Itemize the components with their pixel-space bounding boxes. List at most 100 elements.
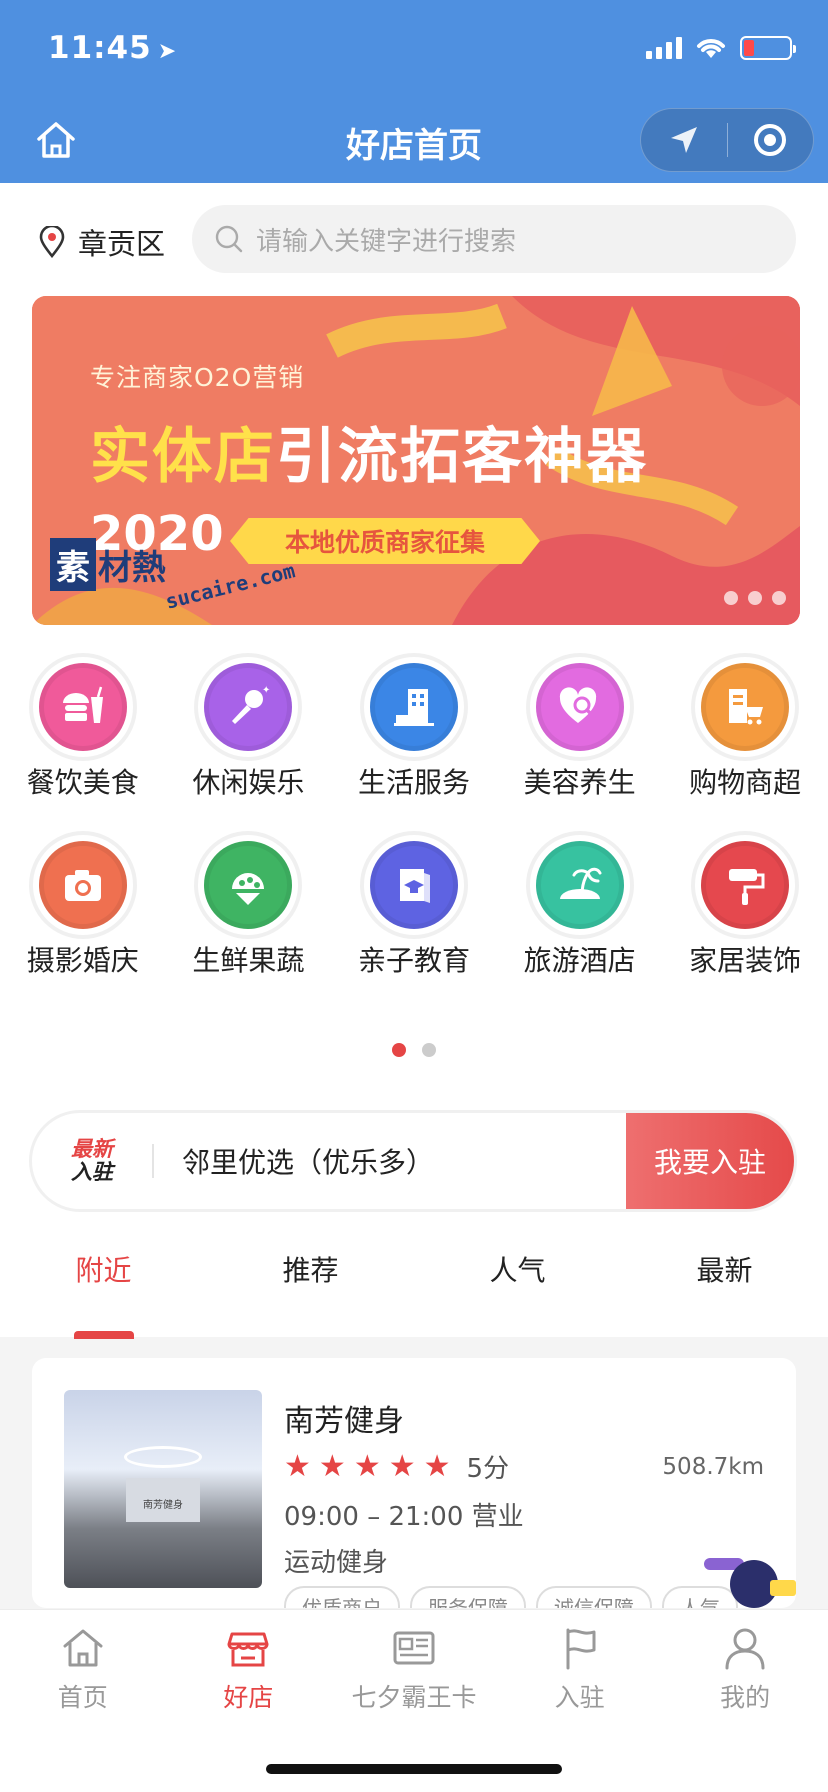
tab-popular[interactable]: 人气 (414, 1249, 621, 1289)
store-card[interactable]: 南芳健身 南芳健身 ★ ★ ★ ★ ★ 5分 508.7km 09:00 – 2… (32, 1358, 796, 1608)
microphone-icon: ✦ (204, 663, 293, 751)
tab-recommended[interactable]: 推荐 (207, 1249, 414, 1289)
app-header: 11:45 ➤ 好店首页 (0, 0, 828, 183)
location-arrow-icon: ➤ (157, 39, 178, 64)
category-label: 美容养生 (523, 766, 636, 799)
store-tag: 诚信保障 (536, 1586, 652, 1608)
home-icon (63, 1629, 103, 1667)
signal-icon (646, 37, 682, 59)
banner-dot[interactable] (724, 591, 738, 605)
tabbar-label: 好店 (223, 1683, 274, 1712)
store-score: 5分 (466, 1454, 510, 1484)
location-selector[interactable]: 章贡区 (38, 221, 165, 263)
search-icon (215, 225, 243, 253)
main-content: 章贡区 请输入关键字进行搜索 专注商家O2O营销 实体店引流拓客神器 2020 … (0, 183, 828, 1339)
active-tab-indicator (74, 1331, 134, 1339)
category-label: 亲子教育 (357, 944, 470, 977)
food-icon (38, 663, 127, 751)
search-placeholder: 请输入关键字进行搜索 (256, 226, 517, 257)
tabbar-item-profile[interactable]: 我的 (662, 1610, 828, 1792)
card-icon (393, 1631, 435, 1665)
building-icon (369, 663, 458, 751)
status-indicators (646, 36, 796, 60)
category-label: 家居装饰 (689, 944, 802, 977)
banner-title: 实体店引流拓客神器 (90, 422, 648, 492)
watermark-logo-text: 材熱 (98, 548, 166, 588)
battery-icon (740, 36, 796, 60)
category-label: 生活服务 (357, 766, 470, 799)
category-grid: 餐饮美食 ✦ 休闲娱乐 生活服务 美容养生 购物商超 摄影婚庆 生鲜果蔬 亲子教… (0, 663, 828, 979)
category-label: 购物商超 (689, 766, 802, 799)
wifi-icon (697, 39, 725, 58)
location-button[interactable] (641, 108, 727, 172)
category-item[interactable]: ✦ 休闲娱乐 (166, 663, 332, 801)
category-label: 摄影婚庆 (26, 944, 139, 977)
category-item[interactable]: 美容养生 (497, 663, 663, 801)
close-program-button[interactable] (728, 108, 814, 172)
latest-badge: 最新 入驻 (71, 1137, 113, 1184)
banner-dot[interactable] (772, 591, 786, 605)
category-item[interactable]: 生活服务 (331, 663, 497, 801)
tab-nearby[interactable]: 附近 (0, 1249, 207, 1289)
mini-program-capsule (640, 108, 814, 172)
banner-subtitle: 专注商家O2O营销 (90, 363, 305, 392)
tabbar-item-home[interactable]: 首页 (0, 1610, 166, 1792)
store-category: 运动健身 (284, 1548, 389, 1578)
latest-join-bar: 最新 入驻 邻里优选（优乐多） 我要入驻 (32, 1113, 794, 1209)
star-icon: ★ (284, 1448, 311, 1484)
banner-pagination (724, 591, 786, 605)
svg-text:✦: ✦ (262, 685, 270, 696)
map-pin-icon (39, 226, 65, 258)
tabbar-label: 七夕霸王卡 (351, 1683, 477, 1712)
home-indicator (266, 1764, 562, 1774)
search-input[interactable]: 请输入关键字进行搜索 (192, 205, 796, 273)
category-label: 旅游酒店 (523, 944, 636, 977)
category-item[interactable]: 餐饮美食 (0, 663, 166, 801)
fruit-icon (204, 841, 293, 929)
category-item[interactable]: 摄影婚庆 (0, 841, 166, 979)
store-hours: 09:00 – 21:00 营业 (284, 1502, 524, 1532)
district-label: 章贡区 (78, 227, 166, 261)
star-icon: ★ (423, 1448, 451, 1484)
navigation-arrow-icon (670, 127, 697, 153)
star-icon: ★ (353, 1448, 381, 1484)
graduation-book-icon (369, 841, 458, 929)
heart-search-icon (535, 663, 624, 751)
store-rating: ★ ★ ★ ★ ★ 5分 (284, 1448, 509, 1485)
store-tags: 优质商户 服务保障 诚信保障 人气 (284, 1586, 738, 1608)
join-button[interactable]: 我要入驻 (626, 1113, 794, 1209)
tabbar-label: 我的 (720, 1683, 771, 1712)
banner-ribbon: 本地优质商家征集 (230, 518, 540, 564)
category-item[interactable]: 亲子教育 (331, 841, 497, 979)
status-time: 11:45 ➤ (48, 30, 178, 66)
palm-island-icon (535, 841, 624, 929)
banner-dot[interactable] (748, 591, 762, 605)
store-tag: 服务保障 (410, 1586, 526, 1608)
category-label: 生鲜果蔬 (192, 944, 305, 977)
camera-icon (38, 841, 127, 929)
category-label: 餐饮美食 (26, 766, 139, 799)
category-page-dot[interactable] (422, 1043, 436, 1057)
category-page-dot[interactable] (392, 1043, 406, 1057)
watermark-logo: 素 (50, 538, 96, 591)
store-tag: 优质商户 (284, 1586, 400, 1608)
category-pagination (0, 1043, 828, 1057)
tabbar-label: 入驻 (554, 1683, 605, 1712)
category-label: 休闲娱乐 (192, 766, 305, 799)
star-icon: ★ (388, 1448, 416, 1484)
user-icon (725, 1628, 765, 1670)
tab-latest[interactable]: 最新 (621, 1249, 828, 1289)
category-item[interactable]: 生鲜果蔬 (166, 841, 332, 979)
category-item[interactable]: 旅游酒店 (497, 841, 663, 979)
store-distance: 508.7km (662, 1454, 764, 1480)
store-name: 南芳健身 (284, 1404, 404, 1439)
store-image: 南芳健身 (64, 1390, 262, 1588)
category-item[interactable]: 家居装饰 (662, 841, 828, 979)
flag-icon (566, 1628, 596, 1670)
latest-store-name[interactable]: 邻里优选（优乐多） (154, 1141, 626, 1181)
target-icon (754, 124, 787, 156)
category-item[interactable]: 购物商超 (662, 663, 828, 801)
shopping-cart-icon (701, 663, 790, 751)
store-icon (227, 1632, 269, 1667)
promo-banner[interactable]: 专注商家O2O营销 实体店引流拓客神器 2020 本地优质商家征集 素 材熱 s… (32, 296, 800, 625)
